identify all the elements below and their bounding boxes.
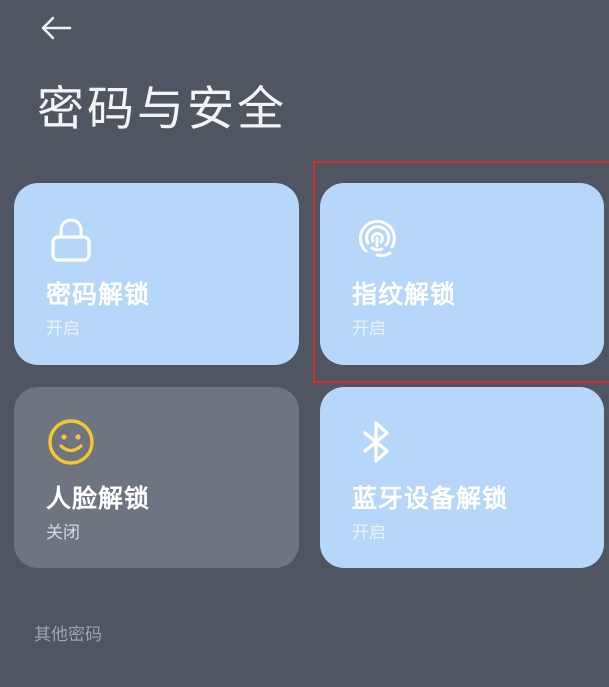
face-unlock-status: 关闭 [46, 523, 80, 543]
fingerprint-unlock-card[interactable]: 指纹解锁 开启 [320, 183, 604, 365]
fingerprint-icon [358, 219, 396, 257]
password-unlock-status: 开启 [46, 319, 80, 339]
password-unlock-card[interactable]: 密码解锁 开启 [14, 183, 299, 365]
bluetooth-icon [363, 421, 389, 463]
face-unlock-card[interactable]: 人脸解锁 关闭 [14, 387, 299, 568]
face-unlock-label: 人脸解锁 [46, 484, 151, 513]
bluetooth-unlock-card[interactable]: 蓝牙设备解锁 开启 [320, 387, 604, 568]
page-title: 密码与安全 [37, 82, 287, 137]
back-button[interactable] [36, 10, 76, 46]
fingerprint-unlock-label: 指纹解锁 [352, 280, 457, 309]
password-unlock-label: 密码解锁 [46, 280, 151, 309]
bluetooth-unlock-label: 蓝牙设备解锁 [352, 484, 509, 513]
arrow-left-icon [41, 16, 72, 40]
bluetooth-unlock-status: 开启 [352, 523, 386, 543]
smiley-face-icon [48, 419, 94, 465]
other-passwords-section-label: 其他密码 [34, 625, 102, 645]
fingerprint-unlock-status: 开启 [352, 319, 386, 339]
lock-icon [51, 218, 91, 262]
